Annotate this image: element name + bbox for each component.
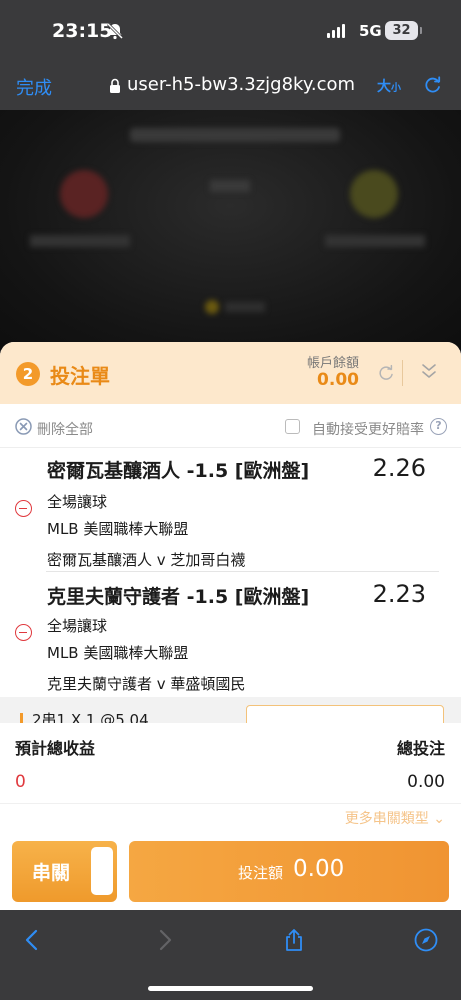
refresh-balance-icon[interactable] [377, 364, 395, 382]
text-size-large: 大 [377, 79, 391, 95]
team-logo-left [60, 170, 108, 218]
blurred-block [30, 235, 130, 247]
bet-item: 密爾瓦基釀酒人 -1.5 [歐洲盤] 2.26 全場讓球 MLB 美國職棒大聯盟… [0, 448, 461, 572]
bet-selection-title: 克里夫蘭守護者 -1.5 [歐洲盤] [47, 586, 310, 608]
bet-market: 全場讓球 [47, 617, 108, 635]
parlay-stake-input[interactable] [246, 705, 444, 723]
url-text[interactable]: user-h5-bw3.3zjg8ky.com [127, 74, 355, 95]
back-icon[interactable] [20, 928, 44, 952]
battery-level: 32 [392, 23, 411, 38]
parlay-row: 2串1 X 1 @5.04 [0, 697, 461, 723]
parlay-toggle-label: 串關 [32, 862, 71, 884]
bet-selection-title: 密爾瓦基釀酒人 -1.5 [歐洲盤] [47, 460, 310, 482]
bet-summary: 預計總收益 總投注 0 0.00 [0, 723, 461, 803]
status-bar: 23:15 5G 32 [0, 0, 461, 62]
status-time: 23:15 [52, 20, 113, 42]
screen: 23:15 5G 32 完成 user-h5-bw3.3zjg8ky.com 大… [0, 0, 461, 1000]
lock-icon [110, 78, 120, 93]
blurred-block [325, 235, 425, 247]
bet-match: 克里夫蘭守護者 v 華盛頓國民 [47, 675, 246, 693]
bet-item: 克里夫蘭守護者 -1.5 [歐洲盤] 2.23 全場讓球 MLB 美國職棒大聯盟… [0, 572, 461, 696]
chevron-double-down-icon[interactable] [421, 362, 437, 380]
share-icon[interactable] [282, 928, 306, 952]
bet-league: MLB 美國職棒大聯盟 [47, 644, 189, 662]
est-return-label: 預計總收益 [15, 739, 96, 758]
reload-icon[interactable] [423, 75, 443, 95]
est-return-value: 0 [15, 772, 26, 792]
done-button[interactable]: 完成 [16, 74, 52, 100]
balance-value: 0.00 [317, 370, 359, 390]
battery-icon: 32 [385, 21, 422, 40]
bet-slip-header[interactable]: 2 投注單 帳戶餘額 0.00 [0, 342, 461, 404]
divider [402, 360, 403, 386]
blurred-block [130, 128, 340, 142]
blurred-block [210, 180, 250, 192]
bet-count-badge: 2 [16, 362, 40, 386]
place-bet-label: 投注額 [238, 864, 284, 882]
browser-url-bar: 完成 user-h5-bw3.3zjg8ky.com 大小 [0, 62, 461, 110]
bet-odds: 2.26 [372, 454, 426, 482]
clear-all-icon[interactable] [15, 418, 32, 435]
bell-off-icon [106, 22, 124, 40]
balance-label: 帳戶餘額 [306, 356, 359, 371]
bet-league: MLB 美國職棒大聯盟 [47, 520, 189, 538]
total-stake-value: 0.00 [407, 772, 445, 792]
total-stake-label: 總投注 [396, 739, 445, 758]
remove-bet-icon[interactable] [15, 500, 32, 517]
auto-accept-checkbox[interactable] [285, 419, 300, 434]
forward-icon[interactable] [153, 928, 177, 952]
bet-market: 全場讓球 [47, 493, 108, 511]
help-icon[interactable]: ? [430, 418, 447, 435]
cellular-signal-icon [327, 24, 345, 38]
bet-slip-title: 投注單 [50, 364, 110, 388]
bet-slip-toolbar: 刪除全部 自動接受更好賠率 ? [0, 404, 461, 448]
blurred-game-background [0, 110, 461, 350]
toggle-knob [91, 847, 113, 895]
remove-bet-icon[interactable] [15, 624, 32, 641]
text-size-small: 小 [391, 83, 401, 94]
bet-odds: 2.23 [372, 580, 426, 608]
bet-match: 密爾瓦基釀酒人 v 芝加哥白襪 [47, 551, 246, 569]
text-size-button[interactable]: 大小 [377, 76, 401, 96]
network-type: 5G [359, 22, 382, 40]
auto-accept-label[interactable]: 自動接受更好賠率 [312, 419, 424, 439]
place-bet-button[interactable]: 投注額 0.00 [129, 841, 449, 902]
browser-toolbar [0, 910, 461, 1000]
blurred-block [225, 302, 265, 312]
clear-all-button[interactable]: 刪除全部 [37, 419, 93, 439]
parlay-toggle-button[interactable]: 串關 [12, 841, 117, 902]
more-parlay-types-link[interactable]: 更多串關類型 ⌄ [345, 808, 445, 828]
bet-slip-panel: 2 投注單 帳戶餘額 0.00 刪除全部 自動接受更好賠率 ? 密爾瓦基釀酒人 … [0, 342, 461, 910]
team-logo-right [350, 170, 398, 218]
parlay-accent-bar [20, 713, 23, 723]
place-bet-amount: 0.00 [293, 856, 345, 882]
home-indicator [148, 986, 313, 991]
divider [0, 803, 461, 804]
blurred-block [205, 300, 219, 314]
parlay-description: 2串1 X 1 @5.04 [32, 711, 149, 723]
compass-icon[interactable] [414, 928, 438, 952]
